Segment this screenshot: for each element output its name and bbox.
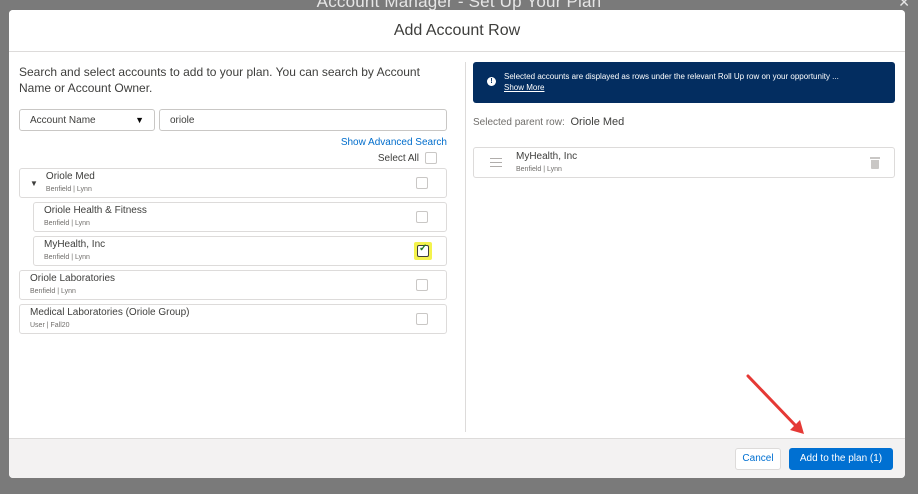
- highlighted-checkbox-wrapper: ✓: [414, 242, 432, 260]
- info-banner: ! Selected accounts are displayed as row…: [473, 62, 895, 103]
- add-account-row-modal: Add Account Row Search and select accoun…: [9, 10, 905, 478]
- search-field-select[interactable]: Account Name ▼: [19, 109, 155, 131]
- item-name: Oriole Med: [45, 171, 95, 182]
- item-owner: Benfield | Lynn: [44, 254, 90, 261]
- item-owner: User | Fall20: [30, 322, 70, 329]
- item-checkbox[interactable]: [416, 211, 428, 223]
- show-advanced-search-link[interactable]: Show Advanced Search: [19, 137, 447, 148]
- item-owner: Benfield | Lynn: [44, 220, 90, 227]
- selected-account-row[interactable]: MyHealth, Inc Benfield | Lynn: [473, 147, 895, 178]
- banner-text: Selected accounts are displayed as rows …: [504, 72, 839, 81]
- item-name: MyHealth, Inc: [44, 239, 106, 250]
- item-name: Oriole Laboratories: [30, 273, 116, 284]
- search-row: Account Name ▼ oriole: [19, 109, 447, 131]
- item-name: Oriole Health & Fitness: [44, 205, 147, 216]
- caret-down-icon: ▼: [135, 115, 144, 125]
- expand-triangle-icon[interactable]: ▼: [30, 179, 38, 188]
- list-item-oriole-health-fitness[interactable]: Oriole Health & Fitness Benfield | Lynn: [33, 202, 447, 232]
- list-item-myhealth-inc[interactable]: MyHealth, Inc Benfield | Lynn ✓: [33, 236, 447, 266]
- modal-footer: Cancel Add to the plan (1): [9, 438, 905, 478]
- list-item-oriole-laboratories[interactable]: Oriole Laboratories Benfield | Lynn: [19, 270, 447, 300]
- selected-item-owner: Benfield | Lynn: [516, 165, 562, 173]
- checkmark-icon: ✓: [419, 243, 428, 254]
- add-to-plan-button[interactable]: Add to the plan (1): [789, 447, 893, 470]
- selected-panel: ! Selected accounts are displayed as row…: [465, 52, 905, 438]
- search-instructions: Search and select accounts to add to you…: [19, 65, 420, 95]
- parent-label: Selected parent row:: [473, 117, 565, 128]
- selected-parent-row: Selected parent row: Oriole Med: [473, 116, 895, 128]
- parent-value: Oriole Med: [570, 116, 625, 128]
- search-input[interactable]: oriole: [159, 109, 447, 131]
- item-owner: Benfield | Lynn: [30, 288, 76, 295]
- search-field-value: Account Name: [30, 114, 96, 126]
- list-item-oriole-med[interactable]: ▼ Oriole Med Benfield | Lynn: [19, 168, 447, 198]
- cancel-button[interactable]: Cancel: [735, 447, 781, 470]
- select-all-checkbox[interactable]: [425, 152, 437, 164]
- item-name: Medical Laboratories (Oriole Group): [30, 307, 190, 318]
- show-more-link[interactable]: Show More: [504, 83, 839, 92]
- item-checkbox[interactable]: [416, 279, 428, 291]
- select-all-row: Select All: [19, 152, 447, 164]
- drag-handle-icon[interactable]: [490, 158, 502, 167]
- item-checkbox-checked[interactable]: ✓: [417, 243, 429, 257]
- trash-icon[interactable]: [870, 156, 880, 169]
- item-owner: Benfield | Lynn: [45, 186, 92, 193]
- item-checkbox[interactable]: [416, 313, 428, 325]
- info-icon: !: [487, 77, 496, 86]
- modal-title: Add Account Row: [9, 10, 905, 52]
- list-item-medical-laboratories[interactable]: Medical Laboratories (Oriole Group) User…: [19, 304, 447, 334]
- search-panel: Search and select accounts to add to you…: [9, 52, 457, 438]
- item-checkbox[interactable]: [416, 177, 428, 189]
- select-all-label: Select All: [377, 152, 419, 164]
- selected-item-name: MyHealth, Inc: [516, 150, 578, 162]
